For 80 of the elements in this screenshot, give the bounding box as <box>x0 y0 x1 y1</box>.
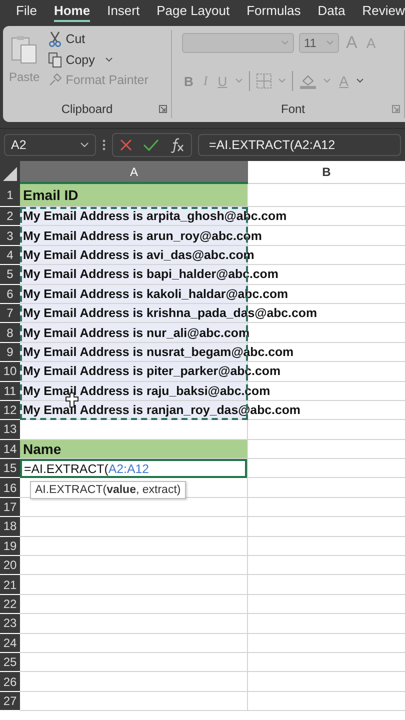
table-cell-text: My Email Address is kakoli_haldar@abc.com <box>22 286 288 302</box>
row-number[interactable]: 14 <box>0 440 20 458</box>
row-number[interactable]: 3 <box>0 226 20 245</box>
function-icon[interactable] <box>169 137 185 153</box>
row-number[interactable]: 24 <box>0 634 20 652</box>
ribbon-tab[interactable]: Home <box>54 2 90 22</box>
table-cell: Email ID <box>20 184 247 206</box>
row-number[interactable]: 10 <box>0 362 20 381</box>
ribbon-tab[interactable]: Insert <box>107 2 140 22</box>
chevron-icon <box>278 78 286 84</box>
row-number[interactable]: 22 <box>0 594 20 614</box>
table-cell-text: My Email Address is nusrat_begam@abc.com <box>22 344 294 360</box>
row-number[interactable]: 27 <box>0 692 20 710</box>
row-number[interactable]: 2 <box>0 207 20 226</box>
row-number[interactable]: 6 <box>0 284 20 303</box>
clipboard-icon <box>9 34 40 64</box>
row-number[interactable]: 8 <box>0 323 20 342</box>
ribbon-tab[interactable]: Review <box>362 2 405 22</box>
table-cell-text: My Email Address is bapi_halder@abc.com <box>22 266 278 282</box>
chevron-icon <box>281 40 289 46</box>
chevron-icon <box>323 78 332 84</box>
table-cell-text: My Email Address is arpita_ghosh@abc.com <box>22 208 287 224</box>
table-cell: Name <box>20 440 247 458</box>
table-cell-text: My Email Address is avi_das@abc.com <box>22 246 254 263</box>
scissors-icon <box>48 31 62 47</box>
table-cell-text: My Email Address is ranjan_roy_das@abc.com <box>22 402 300 418</box>
cell-editor[interactable]: =AI.EXTRACT(A2:A12 <box>20 459 247 478</box>
row-number[interactable]: 12 <box>0 400 20 420</box>
chevron-icon <box>80 142 89 148</box>
row-number[interactable]: 18 <box>0 517 20 536</box>
row-number[interactable]: 21 <box>0 575 20 594</box>
launcher-icon[interactable] <box>159 105 167 113</box>
group-label: Clipboard <box>61 102 113 116</box>
row-number[interactable]: 5 <box>0 265 20 284</box>
table-cell-text: My Email Address is arun_roy@abc.com <box>22 228 262 244</box>
ribbon-tab[interactable]: File <box>16 2 37 22</box>
row-number[interactable]: 23 <box>0 614 20 633</box>
copy-button[interactable]: Copy <box>46 51 150 69</box>
row-number[interactable]: 20 <box>0 556 20 574</box>
row-number[interactable]: 11 <box>0 382 20 400</box>
ribbon-tab[interactable]: Formulas <box>246 2 301 22</box>
ribbon-tab[interactable]: Page Layout <box>156 2 230 22</box>
font-size-dropdown[interactable]: 11 <box>299 33 339 53</box>
column-header[interactable]: A <box>20 161 248 184</box>
copy-icon <box>48 52 62 68</box>
paintbrush-icon <box>48 73 62 87</box>
borders-icon[interactable] <box>256 73 272 89</box>
formula-field[interactable]: =AI.EXTRACT(A2:A12 <box>198 134 401 156</box>
row-number[interactable]: 4 <box>0 246 20 264</box>
cut-button[interactable]: Cut <box>46 30 150 48</box>
chevron-icon <box>235 78 244 84</box>
cell-text: =AI.EXTRACT( <box>24 462 108 476</box>
check-icon[interactable] <box>143 138 159 152</box>
table-cell-text: My Email Address is piter_parker@abc.com <box>22 363 280 380</box>
row-number[interactable]: 15 <box>0 459 20 478</box>
more-icon <box>102 138 106 152</box>
name-box[interactable]: A2 <box>4 134 96 156</box>
chevron-icon <box>326 40 334 46</box>
ribbon-tab[interactable]: Data <box>318 2 346 22</box>
row-number[interactable]: 9 <box>0 342 20 362</box>
table-cell-text: My Email Address is nur_ali@abc.com <box>22 324 250 341</box>
row-number[interactable]: 1 <box>0 184 20 206</box>
group-label: Font <box>280 102 305 116</box>
row-number[interactable]: 13 <box>0 420 20 439</box>
row-number[interactable]: 26 <box>0 672 20 691</box>
row-number[interactable]: 16 <box>0 478 20 497</box>
range-reference: A2:A12 <box>108 462 149 476</box>
table-cell-text: My Email Address is krishna_pada_das@abc.com <box>22 305 317 322</box>
fill-color-icon[interactable] <box>299 73 318 89</box>
launcher-icon[interactable] <box>392 105 400 113</box>
function-tooltip: AI.EXTRACT(value, extract) <box>30 481 186 500</box>
chevron-icon <box>104 57 113 63</box>
chevron-icon <box>356 78 364 84</box>
row-number[interactable]: 17 <box>0 498 20 516</box>
select-all-icon[interactable] <box>0 161 20 184</box>
cancel-icon[interactable] <box>119 138 133 152</box>
row-number[interactable]: 19 <box>0 536 20 556</box>
row-number[interactable]: 7 <box>0 304 20 322</box>
row-number[interactable]: 25 <box>0 652 20 672</box>
table-cell-text: My Email Address is raju_baksi@abc.com <box>22 382 270 399</box>
